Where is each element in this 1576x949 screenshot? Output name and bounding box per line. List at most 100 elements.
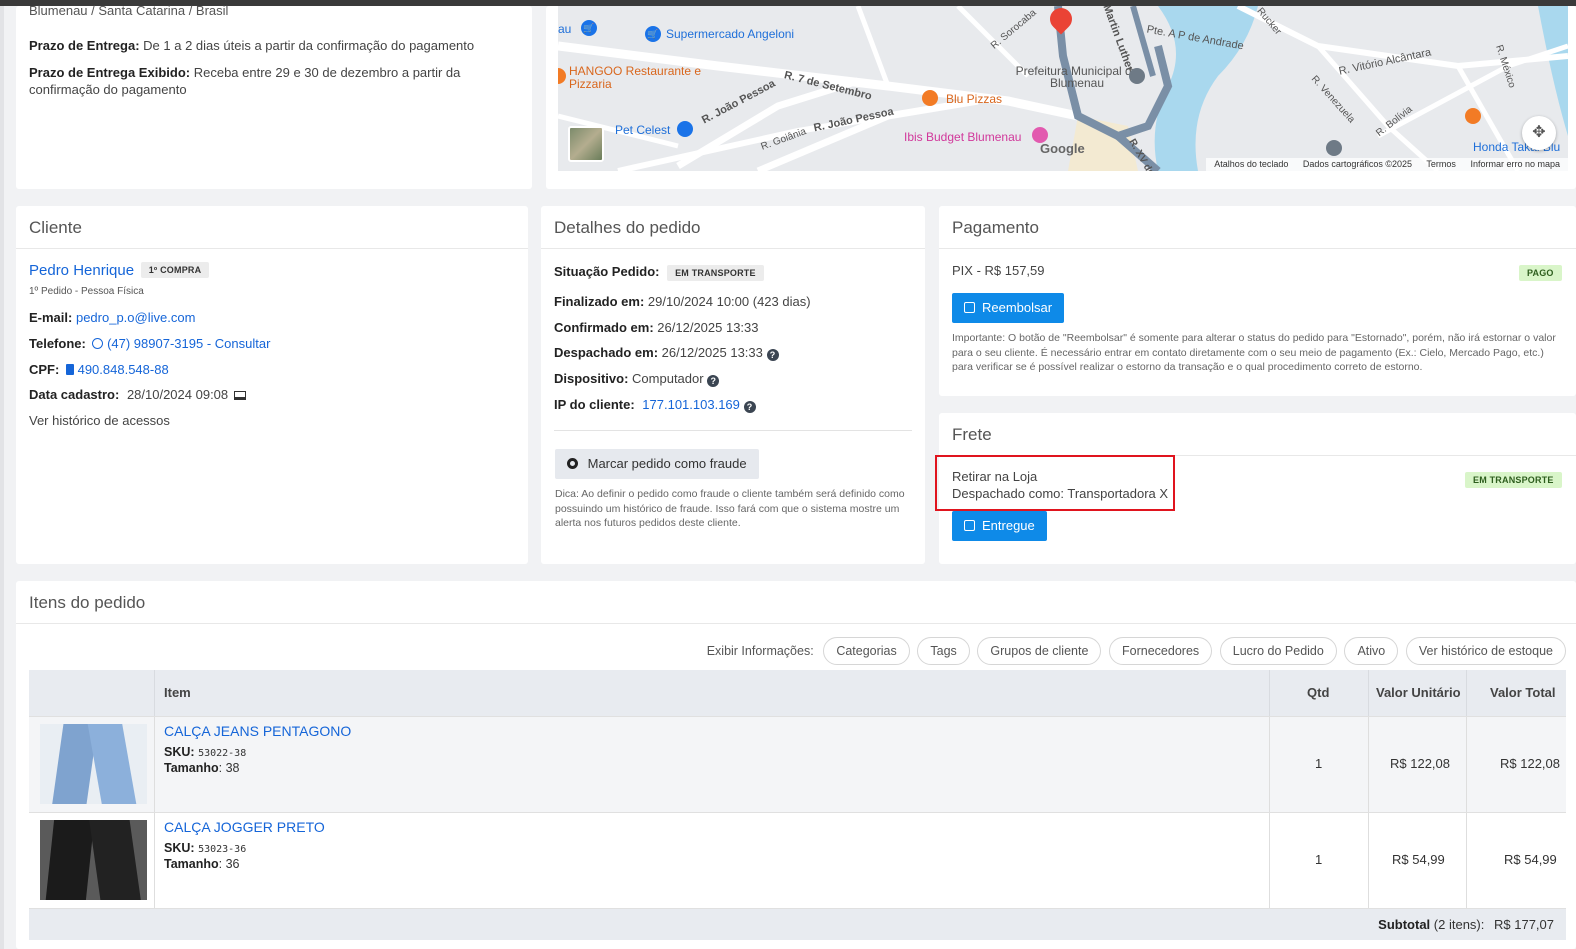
frete-retirar-link[interactable]: Retirar na Loja — [952, 469, 1037, 484]
fullscreen-button[interactable]: ✥ — [1522, 116, 1556, 150]
entregue-label: Entregue — [982, 518, 1035, 533]
subtotal-value: R$ 177,07 — [1494, 917, 1554, 932]
despachado-value: 26/12/2025 13:33 — [661, 345, 763, 360]
tamanho-label: Tamanho — [164, 857, 219, 871]
reembolsar-label: Reembolsar — [982, 300, 1053, 315]
situacao-badge: EM TRANSPORTE — [667, 265, 764, 281]
pago-badge: PAGO — [1519, 265, 1562, 281]
landmark-icon — [1326, 140, 1342, 156]
dispositivo-row: Dispositivo: Computador ? — [554, 371, 720, 387]
cadastro-value: 28/10/2024 09:08 — [126, 387, 229, 402]
row-total: R$ 54,99 — [1504, 852, 1557, 867]
confirmado-value: 26/12/2025 13:33 — [657, 320, 759, 335]
left-edge — [0, 6, 4, 949]
filter-lucro-pedido[interactable]: Lucro do Pedido — [1219, 637, 1337, 665]
product-image-jogger[interactable] — [40, 820, 147, 900]
cliente-title: Cliente — [16, 206, 528, 249]
external-link-icon — [964, 520, 975, 531]
col-qtd: Qtd — [1307, 685, 1330, 700]
desktop-icon — [233, 391, 246, 400]
entregue-button[interactable]: Entregue — [952, 511, 1047, 541]
sku-label: SKU — [164, 841, 191, 855]
filter-categorias[interactable]: Categorias — [823, 637, 910, 665]
tamanho-label: Tamanho — [164, 761, 219, 775]
cliente-name-row: Pedro Henrique 1º COMPRA — [29, 262, 210, 279]
fullscreen-icon: ✥ — [1532, 124, 1546, 141]
subtotal-row: Subtotal (2 itens): R$ 177,07 — [29, 908, 1566, 940]
restaurant-icon — [922, 90, 938, 106]
delivery-info-card: Blumenau / Santa Catarina / Brasil Prazo… — [16, 3, 532, 189]
pagamento-method-link[interactable]: PIX - R$ 157,59 — [952, 263, 1045, 278]
product-name-link[interactable]: CALÇA JEANS PENTAGONO — [164, 723, 351, 739]
poi-ibis[interactable]: Ibis Budget Blumenau — [904, 130, 1021, 144]
product-tamanho: Tamanho: 36 — [164, 857, 240, 871]
sku-label: SKU — [164, 745, 191, 759]
dispositivo-label: Dispositivo: — [554, 371, 629, 386]
finalizado-label: Finalizado em: — [554, 294, 645, 309]
help-icon[interactable]: ? — [707, 375, 720, 387]
location-text: Blumenau / Santa Catarina / Brasil — [29, 3, 229, 18]
prazo-entrega: Prazo de Entrega: De 1 a 2 dias úteis a … — [29, 38, 474, 53]
exibir-label: Exibir Informações: — [706, 644, 814, 658]
cliente-name-link[interactable]: Pedro Henrique — [29, 262, 134, 279]
poi-blu-pizzas[interactable]: Blu Pizzas — [946, 92, 1002, 106]
frete-title: Frete — [939, 413, 1576, 456]
email-link[interactable]: pedro_p.o@live.com — [76, 310, 195, 325]
product-sku: SKU: 53023-36 — [164, 841, 247, 855]
sku-value: 53022-38 — [198, 748, 247, 759]
poi-supermercado[interactable]: Supermercado Angeloni — [666, 27, 794, 41]
poi-pet-celest[interactable]: Pet Celest — [615, 123, 670, 137]
product-image-jeans[interactable] — [40, 724, 147, 804]
ip-row: IP do cliente: 177.101.103.169 ? — [554, 397, 756, 413]
detalhes-title: Detalhes do pedido — [541, 206, 925, 249]
product-name-link[interactable]: CALÇA JOGGER PRETO — [164, 819, 325, 835]
cpf-link[interactable]: 490.848.548-88 — [78, 362, 169, 377]
table-row: CALÇA JEANS PENTAGONO SKU: 53022-38 Tama… — [29, 716, 1566, 813]
frete-transportadora-link[interactable]: Despachado como: Transportadora X — [952, 486, 1168, 501]
map-report-link[interactable]: Informar erro no mapa — [1470, 159, 1560, 169]
subtotal-count: (2 itens): — [1433, 917, 1485, 932]
cliente-email-row: E-mail: pedro_p.o@live.com — [29, 310, 195, 325]
pagamento-card: Pagamento PIX - R$ 157,59 PAGO Reembolsa… — [939, 206, 1576, 396]
poi-hangoo[interactable]: HANGOO Restaurante e Pizzaria — [569, 65, 709, 91]
cpf-label: CPF: — [29, 362, 60, 377]
fraude-button[interactable]: Marcar pedido como fraude — [555, 449, 759, 479]
cart-icon: 🛒 — [645, 26, 661, 42]
map-shortcuts-link[interactable]: Atalhos do teclado — [1214, 159, 1288, 169]
map[interactable]: au 🛒 🛒 Supermercado Angeloni HANGOO Rest… — [558, 6, 1568, 171]
whatsapp-icon — [92, 338, 104, 349]
table-header: Item Qtd Valor Unitário Valor Total — [29, 670, 1566, 716]
despachado-row: Despachado em: 26/12/2025 13:33 ? — [554, 345, 779, 361]
telefone-label: Telefone: — [29, 336, 86, 351]
map-data-text: Dados cartográficos ©2025 — [1302, 159, 1413, 169]
row-total: R$ 122,08 — [1500, 756, 1560, 771]
filter-grupos-cliente[interactable]: Grupos de cliente — [977, 637, 1102, 665]
filter-fornecedores[interactable]: Fornecedores — [1109, 637, 1213, 665]
filter-historico-estoque[interactable]: Ver histórico de estoque — [1405, 637, 1566, 665]
col-total: Valor Total — [1490, 685, 1556, 700]
help-icon[interactable]: ? — [743, 401, 756, 413]
frete-status-badge: EM TRANSPORTE — [1465, 472, 1562, 488]
finalizado-row: Finalizado em: 29/10/2024 10:00 (423 dia… — [554, 294, 811, 309]
reembolsar-button[interactable]: Reembolsar — [952, 293, 1065, 323]
building-icon — [1129, 68, 1145, 84]
help-icon[interactable]: ? — [766, 349, 779, 361]
subtotal-label: Subtotal — [1378, 917, 1431, 932]
historico-acessos-link[interactable]: Ver histórico de acessos — [29, 413, 170, 428]
frete-card: Frete Retirar na Loja Despachado como: T… — [935, 413, 1576, 564]
prazo-label: Prazo de Entrega: — [29, 38, 140, 53]
ip-link[interactable]: 177.101.103.169 — [642, 397, 740, 412]
cliente-subtitle: 1º Pedido - Pessoa Física — [29, 286, 144, 297]
filter-tags[interactable]: Tags — [917, 637, 970, 665]
map-google-logo: Google — [1040, 141, 1085, 156]
map-terms-link[interactable]: Termos — [1426, 159, 1456, 169]
radio-icon — [567, 458, 578, 469]
detalhes-card: Detalhes do pedido Situação Pedido: EM T… — [541, 206, 925, 564]
tamanho-value: 38 — [225, 761, 240, 775]
satellite-thumbnail[interactable] — [568, 126, 604, 162]
items-table: Item Qtd Valor Unitário Valor Total CALÇ… — [29, 670, 1566, 940]
poi-prefeitura[interactable]: Prefeitura Municipal de Blumenau — [1012, 65, 1142, 89]
telefone-link[interactable]: (47) 98907-3195 - Consultar — [107, 336, 270, 351]
filter-ativo[interactable]: Ativo — [1344, 637, 1399, 665]
row-unit: R$ 122,08 — [1390, 756, 1450, 771]
